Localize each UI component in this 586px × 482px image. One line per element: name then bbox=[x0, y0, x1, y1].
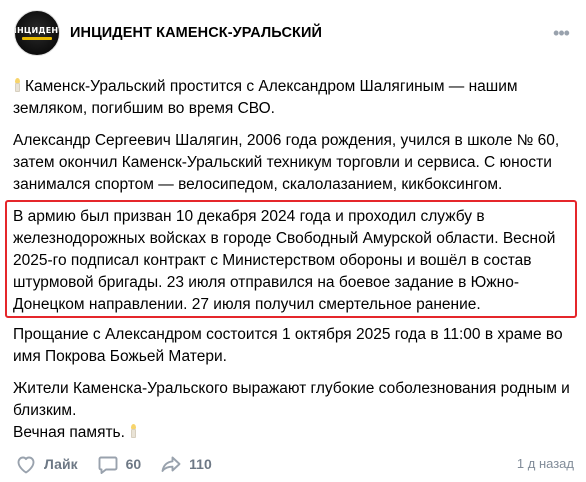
share-icon bbox=[161, 456, 181, 472]
post-text-continued: Прощание с Александром состоится 1 октяб… bbox=[13, 324, 575, 444]
post-timestamp[interactable]: 1 д назад bbox=[517, 456, 574, 471]
paragraph-6-text: Вечная память. bbox=[13, 424, 125, 441]
community-title[interactable]: ИНЦИДЕНТ КАМЕНСК-УРАЛЬСКИЙ bbox=[70, 25, 322, 41]
post-paragraph-3: В армию был призван 10 декабря 2024 года… bbox=[13, 208, 556, 313]
heart-icon bbox=[17, 456, 35, 474]
comments-count: 60 bbox=[125, 456, 142, 472]
post-paragraph-4: Прощание с Александром состоится 1 октяб… bbox=[13, 326, 563, 365]
share-button[interactable]: 110 bbox=[159, 452, 212, 476]
post-paragraph-1: Каменск-Уральский простится с Александро… bbox=[13, 76, 575, 120]
post-paragraph-5: Жители Каменска-Уральского выражают глуб… bbox=[13, 380, 570, 419]
candle-icon bbox=[129, 424, 138, 438]
dots-horizontal-icon: ••• bbox=[553, 23, 570, 43]
post-header: ИНЦИДЕНТ ИНЦИДЕНТ КАМЕНСК-УРАЛЬСКИЙ ••• bbox=[14, 8, 574, 58]
like-button[interactable]: Лайк bbox=[14, 452, 78, 476]
post-text: Каменск-Уральский простится с Александро… bbox=[13, 76, 575, 206]
like-label: Лайк bbox=[44, 456, 78, 472]
avatar-logo-stripe bbox=[22, 37, 52, 40]
post-paragraph-6: Вечная память. bbox=[13, 422, 575, 444]
post-actions: Лайк 60 110 1 д назад bbox=[14, 450, 574, 478]
post-paragraph-2: Александр Сергеевич Шалягин, 2006 года р… bbox=[13, 132, 560, 193]
candle-icon bbox=[13, 78, 22, 92]
comments-button[interactable]: 60 bbox=[96, 452, 142, 476]
paragraph-1-text: Каменск-Уральский простится с Александро… bbox=[13, 78, 518, 117]
avatar-logo-text: ИНЦИДЕНТ bbox=[15, 26, 59, 35]
post-card: ИНЦИДЕНТ ИНЦИДЕНТ КАМЕНСК-УРАЛЬСКИЙ ••• … bbox=[0, 0, 586, 482]
more-options-button[interactable]: ••• bbox=[550, 22, 572, 44]
comment-icon bbox=[98, 456, 118, 474]
avatar[interactable]: ИНЦИДЕНТ bbox=[14, 10, 60, 56]
shares-count: 110 bbox=[189, 456, 212, 472]
